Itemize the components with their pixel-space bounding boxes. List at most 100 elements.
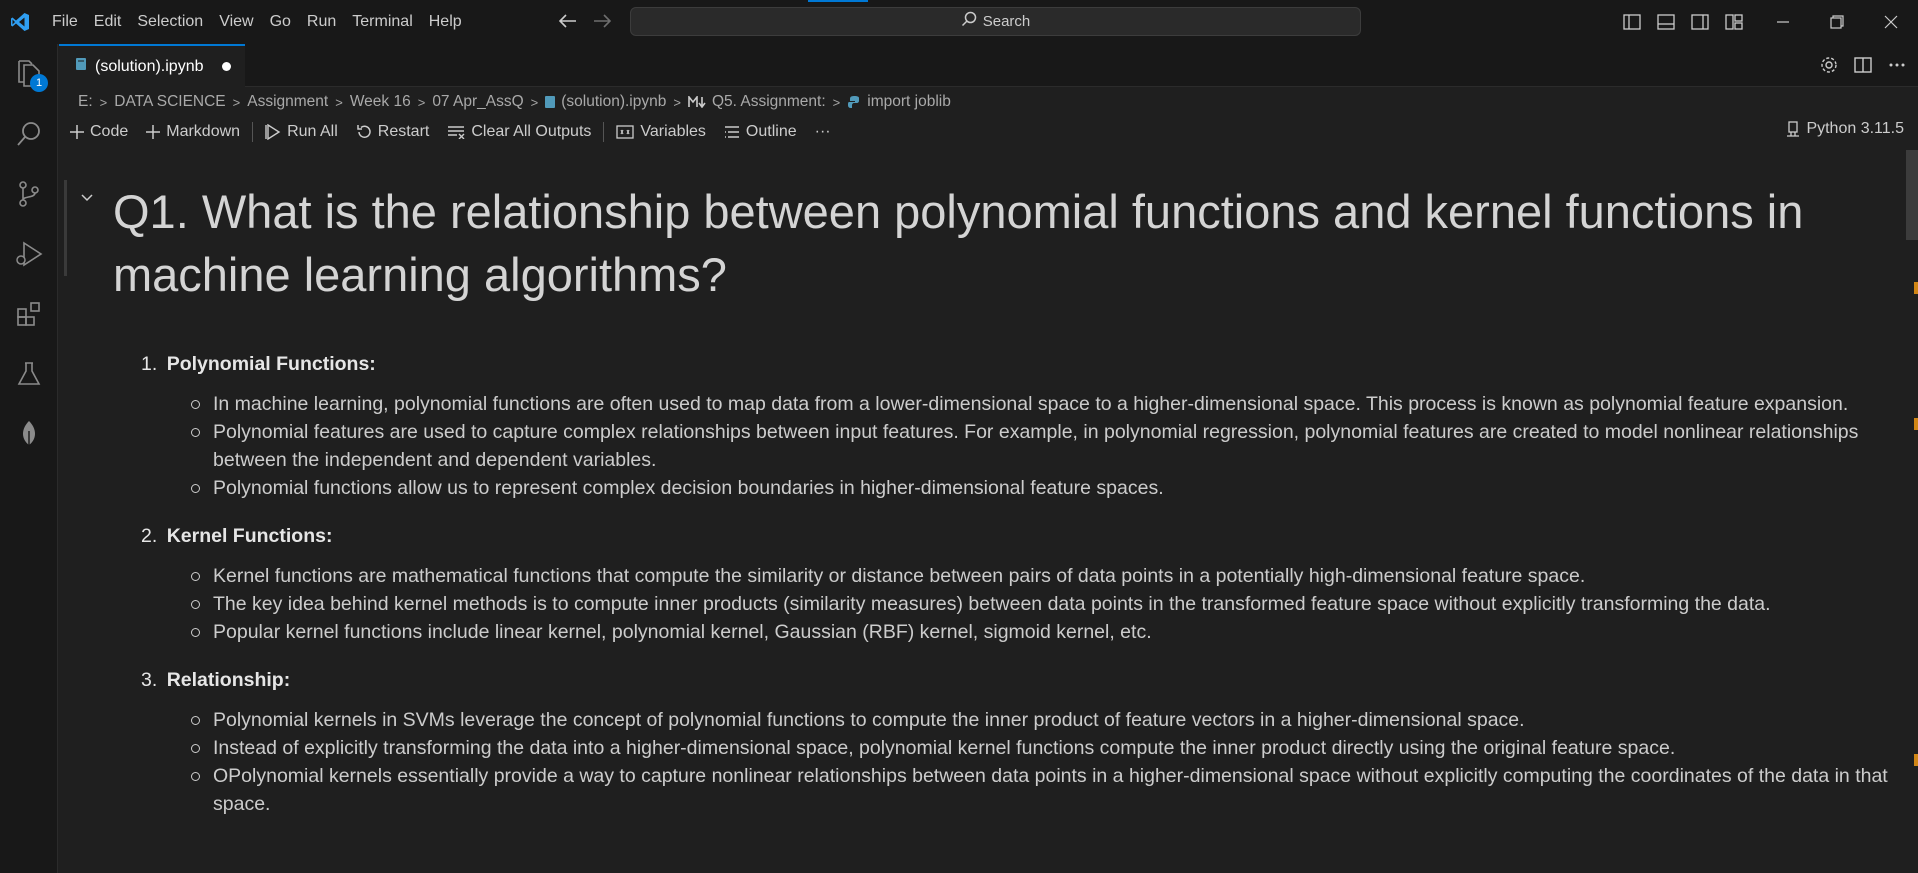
restart-icon bbox=[357, 125, 371, 138]
list-item-number: 2. bbox=[141, 525, 158, 547]
menu-bar: File Edit Selection View Go Run Terminal… bbox=[44, 0, 470, 44]
editor-tab-bar: (solution).ipynb bbox=[59, 44, 1918, 87]
kernel-icon bbox=[1787, 121, 1800, 137]
list-item-title: Relationship: bbox=[166, 669, 291, 691]
breadcrumb-heading-label: Q5. Assignment: bbox=[711, 93, 826, 110]
breadcrumb-cell-label: import joblib bbox=[867, 93, 951, 110]
menu-help[interactable]: Help bbox=[421, 0, 470, 44]
mongodb-leaf-icon[interactable] bbox=[0, 404, 58, 464]
clear-all-icon bbox=[448, 126, 465, 139]
vscode-logo-icon bbox=[0, 0, 40, 44]
explorer-icon[interactable]: 1 bbox=[0, 44, 58, 104]
restart-label: Restart bbox=[377, 123, 430, 140]
clear-all-outputs-button[interactable]: Clear All Outputs bbox=[447, 123, 591, 141]
vertical-scrollbar-thumb[interactable] bbox=[1906, 150, 1918, 240]
list-item-number: 3. bbox=[141, 669, 158, 691]
menu-edit[interactable]: Edit bbox=[86, 0, 130, 44]
layout-controls bbox=[1620, 10, 1746, 34]
menu-view[interactable]: View bbox=[211, 0, 261, 44]
python-icon bbox=[848, 96, 860, 108]
chevron-down-icon[interactable] bbox=[79, 190, 95, 206]
plus-icon bbox=[146, 125, 161, 139]
markdown-cell-content: 1. Polynomial Functions: In machine lear… bbox=[141, 350, 1901, 838]
bullet-list: Kernel functions are mathematical functi… bbox=[191, 562, 1901, 646]
restart-kernel-button[interactable]: Restart bbox=[356, 123, 430, 141]
bullet-item: OPolynomial kernels essentially provide … bbox=[191, 762, 1901, 818]
bullet-item: The key idea behind kernel methods is to… bbox=[191, 590, 1901, 618]
notebook-file-icon bbox=[545, 96, 556, 108]
source-control-icon[interactable] bbox=[0, 164, 58, 224]
add-code-cell-button[interactable]: Code bbox=[70, 123, 128, 141]
list-item-number: 1. bbox=[141, 353, 158, 375]
search-icon bbox=[961, 11, 977, 32]
breadcrumb-file[interactable]: (solution).ipynb bbox=[545, 93, 666, 111]
breadcrumb-assignment[interactable]: Assignment bbox=[247, 93, 328, 111]
command-center-search[interactable]: Search bbox=[630, 7, 1361, 36]
breadcrumb-file-label: (solution).ipynb bbox=[561, 93, 667, 110]
menu-run[interactable]: Run bbox=[299, 0, 344, 44]
toolbar-more-button[interactable]: ··· bbox=[815, 123, 831, 141]
clear-all-outputs-label: Clear All Outputs bbox=[471, 123, 592, 140]
explorer-badge: 1 bbox=[30, 74, 48, 92]
list-item: 1. Polynomial Functions: In machine lear… bbox=[141, 350, 1901, 502]
tab-solution-notebook[interactable]: (solution).ipynb bbox=[59, 44, 245, 87]
list-item: 2. Kernel Functions: Kernel functions ar… bbox=[141, 522, 1901, 646]
chevron-right-icon: > bbox=[673, 94, 681, 110]
activity-bar: 1 bbox=[0, 44, 58, 873]
extensions-icon[interactable] bbox=[0, 284, 58, 344]
run-all-icon bbox=[265, 124, 281, 140]
run-debug-icon[interactable] bbox=[0, 224, 58, 284]
menu-terminal[interactable]: Terminal bbox=[344, 0, 420, 44]
cell-heading: Q1. What is the relationship between pol… bbox=[113, 185, 1804, 301]
bullet-item: Polynomial features are used to capture … bbox=[191, 418, 1901, 474]
breadcrumb-markdown-heading[interactable]: Q5. Assignment: bbox=[688, 93, 826, 111]
breadcrumb-code-cell[interactable]: import joblib bbox=[847, 93, 951, 111]
breadcrumb-folder[interactable]: 07 Apr_AssQ bbox=[432, 93, 523, 111]
kernel-picker[interactable]: Python 3.11.5 bbox=[1786, 120, 1904, 138]
menu-go[interactable]: Go bbox=[262, 0, 299, 44]
cell-focus-indicator bbox=[64, 180, 67, 276]
toggle-panel-icon[interactable] bbox=[1654, 10, 1678, 34]
variables-button[interactable]: Variables bbox=[616, 123, 706, 141]
unsaved-dot-icon[interactable] bbox=[221, 62, 231, 71]
back-arrow-icon[interactable] bbox=[556, 8, 580, 34]
search-view-icon[interactable] bbox=[0, 104, 58, 164]
breadcrumb: E: > DATA SCIENCE > Assignment > Week 16… bbox=[78, 90, 951, 114]
toggle-secondary-sidebar-icon[interactable] bbox=[1688, 10, 1712, 34]
more-actions-icon[interactable] bbox=[1886, 54, 1908, 76]
tab-label: (solution).ipynb bbox=[95, 57, 204, 75]
list-item-title: Polynomial Functions: bbox=[166, 353, 376, 375]
close-window-icon[interactable] bbox=[1864, 0, 1918, 44]
outline-label: Outline bbox=[745, 123, 797, 140]
chevron-right-icon: > bbox=[335, 94, 343, 110]
restore-icon[interactable] bbox=[1810, 0, 1864, 44]
add-markdown-cell-button[interactable]: Markdown bbox=[146, 123, 240, 141]
breadcrumb-drive[interactable]: E: bbox=[78, 93, 93, 111]
menu-file[interactable]: File bbox=[44, 0, 86, 44]
overview-ruler-mark bbox=[1914, 282, 1918, 294]
list-item-title: Kernel Functions: bbox=[166, 525, 333, 547]
outline-button[interactable]: Outline bbox=[724, 123, 797, 141]
editor-actions bbox=[1818, 54, 1908, 76]
bullet-item: Instead of explicitly transforming the d… bbox=[191, 734, 1901, 762]
plus-icon bbox=[70, 125, 84, 139]
customize-layout-icon[interactable] bbox=[1722, 10, 1746, 34]
toolbar-divider bbox=[252, 122, 254, 142]
breadcrumb-data-science[interactable]: DATA SCIENCE bbox=[114, 93, 225, 111]
chevron-right-icon: > bbox=[417, 94, 426, 110]
bullet-item: Popular kernel functions include linear … bbox=[191, 618, 1901, 646]
notebook-toolbar: Code Markdown Run All Restart Clear All … bbox=[70, 118, 1910, 146]
run-all-button[interactable]: Run All bbox=[265, 123, 338, 141]
bullet-item: In machine learning, polynomial function… bbox=[191, 390, 1901, 418]
settings-gear-icon[interactable] bbox=[1818, 54, 1840, 76]
markdown-icon bbox=[688, 96, 706, 108]
split-editor-icon[interactable] bbox=[1852, 54, 1874, 76]
outline-list-icon bbox=[724, 126, 739, 138]
minimize-icon[interactable] bbox=[1756, 0, 1810, 44]
overview-ruler-mark bbox=[1914, 754, 1918, 766]
testing-flask-icon[interactable] bbox=[0, 344, 58, 404]
forward-arrow-icon[interactable] bbox=[590, 8, 614, 34]
toggle-primary-sidebar-icon[interactable] bbox=[1620, 10, 1644, 34]
breadcrumb-week[interactable]: Week 16 bbox=[350, 93, 411, 111]
menu-selection[interactable]: Selection bbox=[129, 0, 211, 44]
